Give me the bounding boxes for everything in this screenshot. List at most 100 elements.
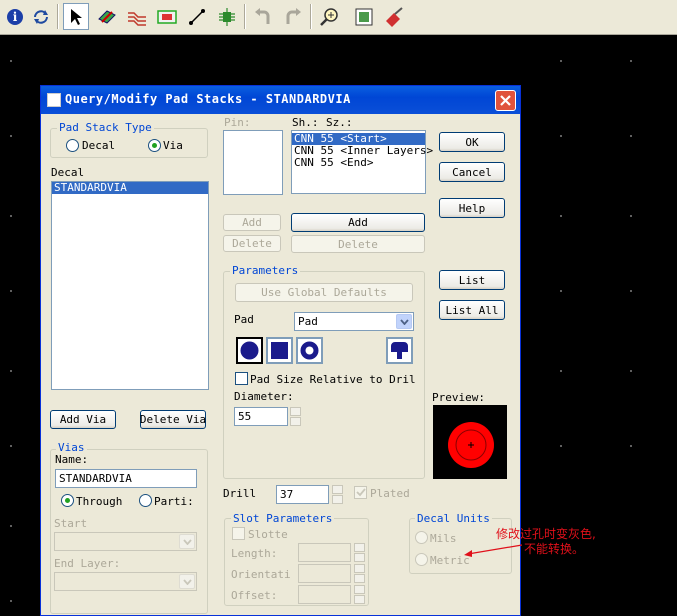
add-via-button[interactable]: Add Via xyxy=(50,410,116,429)
cancel-button[interactable]: Cancel xyxy=(439,162,505,182)
redo-icon xyxy=(280,3,306,30)
decal-list-item[interactable]: STANDARDVIA xyxy=(52,182,208,194)
pad-stacks-dialog: Query/Modify Pad Stacks - STANDARDVIA Pa… xyxy=(40,85,521,616)
via-radio[interactable] xyxy=(148,139,161,152)
through-radio[interactable] xyxy=(61,494,74,507)
undo-icon xyxy=(250,3,276,30)
round-pad-icon xyxy=(240,341,259,360)
decal-units-legend: Decal Units xyxy=(415,512,492,525)
slot-offset-label: Offset: xyxy=(231,589,278,602)
slotted-checkbox xyxy=(232,527,245,540)
mils-radio xyxy=(415,531,428,544)
dialog-titlebar[interactable]: Query/Modify Pad Stacks - STANDARDVIA xyxy=(41,86,520,114)
shape-delete-button: Delete xyxy=(291,235,425,253)
pad-preview-graphic xyxy=(448,422,494,468)
via-name-input[interactable]: STANDARDVIA xyxy=(55,469,197,488)
main-toolbar: i xyxy=(0,0,677,35)
ok-button[interactable]: OK xyxy=(439,132,505,152)
list-all-button[interactable]: List All xyxy=(439,300,505,320)
chevron-down-icon xyxy=(179,534,195,549)
custom-pad-button[interactable] xyxy=(386,337,413,364)
square-pad-icon xyxy=(271,342,288,359)
pad-combo-value: Pad xyxy=(298,315,318,328)
slot-orientation-spinner xyxy=(354,564,365,583)
round-pad-button[interactable] xyxy=(236,337,263,364)
partial-radio-label: Parti: xyxy=(154,495,194,508)
close-icon xyxy=(500,95,511,106)
refresh-icon[interactable] xyxy=(28,3,54,30)
decal-list-label: Decal xyxy=(51,166,85,179)
svg-text:i: i xyxy=(13,10,18,24)
shape-list-item[interactable]: CNN 55 <End> xyxy=(292,157,425,169)
pin-delete-button: Delete xyxy=(223,235,281,252)
delete-via-button[interactable]: Delete Via xyxy=(140,410,206,429)
drill-spinner[interactable] xyxy=(332,485,343,504)
pin-list[interactable] xyxy=(223,130,283,195)
diameter-label: Diameter: xyxy=(234,390,294,403)
shape-label: Sh.: xyxy=(292,116,319,129)
slot-orientation-label: Orientati xyxy=(231,568,291,581)
slot-offset-input xyxy=(298,585,351,604)
through-radio-label: Through xyxy=(76,495,123,508)
pin-label: Pin: xyxy=(224,116,251,129)
component-icon[interactable] xyxy=(154,3,180,30)
help-button[interactable]: Help xyxy=(439,198,505,218)
list-button[interactable]: List xyxy=(439,270,505,290)
info-icon[interactable]: i xyxy=(2,3,28,30)
end-layer-combo xyxy=(54,572,197,591)
parameters-legend: Parameters xyxy=(230,264,301,277)
chevron-down-icon xyxy=(179,574,195,589)
start-layer-combo xyxy=(54,532,197,551)
app-icon xyxy=(47,93,61,107)
pad-size-relative-checkbox[interactable] xyxy=(235,372,248,385)
use-global-defaults-button: Use Global Defaults xyxy=(235,283,413,302)
custom-pad-icon xyxy=(391,342,408,359)
slot-parameters-legend: Slot Parameters xyxy=(231,512,335,525)
start-layer-label: Start xyxy=(54,517,88,530)
annotation-arrow xyxy=(464,544,523,557)
end-layer-label: End Layer: xyxy=(54,557,121,570)
slot-length-spinner xyxy=(354,543,365,562)
decal-list[interactable]: STANDARDVIA xyxy=(51,181,209,390)
drill-input[interactable]: 37 xyxy=(276,485,329,504)
bug-icon[interactable] xyxy=(214,3,240,30)
decal-radio[interactable] xyxy=(66,139,79,152)
slot-length-label: Length: xyxy=(231,547,278,560)
square-pad-button[interactable] xyxy=(266,337,293,364)
pad-stack-type-legend: Pad Stack Type xyxy=(57,121,154,134)
via-name-label: Name: xyxy=(55,453,89,466)
plated-checkbox xyxy=(354,486,367,499)
pin-add-button: Add xyxy=(223,214,281,231)
slot-orientation-input xyxy=(298,564,351,583)
slot-offset-spinner xyxy=(354,585,365,604)
size-label: Sz.: xyxy=(326,116,353,129)
shape-list[interactable]: CNN 55 <Start> CNN 55 <Inner Layers> CNN… xyxy=(291,130,433,194)
partial-radio[interactable] xyxy=(139,494,152,507)
select-arrow-icon[interactable] xyxy=(63,3,89,30)
preview-label: Preview: xyxy=(432,391,485,404)
via-radio-label: Via xyxy=(163,139,183,152)
mils-label: Mils xyxy=(430,532,457,545)
chevron-down-icon[interactable] xyxy=(396,314,412,329)
dialog-title: Query/Modify Pad Stacks - STANDARDVIA xyxy=(65,92,351,106)
view-icon[interactable] xyxy=(351,3,377,30)
measure-icon[interactable] xyxy=(184,3,210,30)
metric-radio xyxy=(415,553,428,566)
route-icon[interactable] xyxy=(124,3,150,30)
drill-label: Drill xyxy=(223,487,257,500)
slot-length-input xyxy=(298,543,351,562)
pad-label: Pad xyxy=(234,313,254,326)
checkmark-icon xyxy=(356,488,366,497)
pad-size-relative-label: Pad Size Relative to Drill S xyxy=(250,373,415,386)
pad-combo[interactable]: Pad xyxy=(294,312,414,331)
decal-radio-label: Decal xyxy=(82,139,116,152)
diameter-input[interactable]: 55 xyxy=(234,407,288,426)
shape-add-button[interactable]: Add xyxy=(291,213,425,232)
eraser-icon[interactable] xyxy=(381,3,407,30)
layer-icon[interactable] xyxy=(94,3,120,30)
diameter-spinner[interactable] xyxy=(290,407,301,426)
pad-preview xyxy=(433,405,507,479)
zoom-icon[interactable] xyxy=(316,3,342,30)
close-button[interactable] xyxy=(495,90,516,111)
annular-pad-button[interactable] xyxy=(296,337,323,364)
